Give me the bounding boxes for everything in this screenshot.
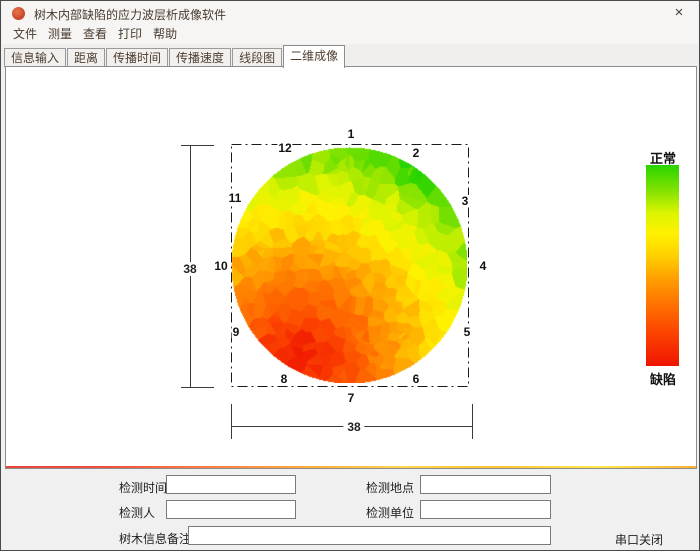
tomography-view: 38 38 123456789101112 正常 缺陷 [6,67,696,468]
tab-info-input[interactable]: 信息输入 [4,48,66,67]
menu-item-measure[interactable]: 测量 [44,25,76,44]
legend-gradient-bar [646,165,679,366]
tab-distance[interactable]: 距离 [67,48,105,67]
detect-time-label: 检测时间 [119,479,167,496]
sensor-label-7: 7 [347,392,356,404]
tomography-heatmap [231,147,467,383]
tab-line-segment[interactable]: 线段图 [232,48,282,67]
detect-person-input[interactable] [166,500,296,519]
window-title: 树木内部缺陷的应力波层析成像软件 [34,6,226,23]
app-icon [12,7,25,20]
serial-port-status: 串口关闭 [615,531,663,548]
detect-person-label: 检测人 [119,504,155,521]
tree-notes-label: 树木信息备注 [119,530,191,547]
sensor-label-12: 12 [277,142,292,154]
tab-strip: 信息输入距离传播时间传播速度线段图二维成像 [2,44,698,67]
sensor-label-6: 6 [412,373,421,385]
menu-bar: 文件测量查看打印帮助 [2,25,698,44]
image-panel: 38 38 123456789101112 正常 缺陷 [5,66,697,469]
width-dimension-value: 38 [343,420,364,434]
close-icon[interactable]: × [668,3,690,23]
tree-notes-input[interactable] [188,526,551,545]
menu-item-view[interactable]: 查看 [79,25,111,44]
detection-info-form: 检测时间 检测地点 检测人 检测单位 树木信息备注 串口关闭 [2,469,698,549]
menu-item-help[interactable]: 帮助 [149,25,181,44]
menu-item-file[interactable]: 文件 [9,25,41,44]
title-bar: 树木内部缺陷的应力波层析成像软件 × [2,1,698,25]
detect-place-input[interactable] [420,475,551,494]
sensor-label-10: 10 [213,260,228,272]
sensor-label-8: 8 [280,373,289,385]
sensor-label-9: 9 [232,326,241,338]
sensor-label-1: 1 [347,128,356,140]
tab-propagation-time[interactable]: 传播时间 [106,48,168,67]
tab-propagation-speed[interactable]: 传播速度 [169,48,231,67]
menu-item-print[interactable]: 打印 [114,25,146,44]
sensor-label-3: 3 [461,195,470,207]
sensor-label-5: 5 [463,326,472,338]
detect-unit-label: 检测单位 [366,504,414,521]
sensor-label-11: 11 [228,192,243,204]
height-dimension-value: 38 [179,262,200,276]
detect-time-input[interactable] [166,475,296,494]
detect-place-label: 检测地点 [366,479,414,496]
detect-unit-input[interactable] [420,500,551,519]
app-window: 树木内部缺陷的应力波层析成像软件 × 文件测量查看打印帮助 信息输入距离传播时间… [0,0,700,551]
sensor-label-2: 2 [412,147,421,159]
legend-defect-label: 缺陷 [650,369,676,388]
sensor-label-4: 4 [479,260,488,272]
tab-imaging-2d[interactable]: 二维成像 [283,45,345,68]
color-scale-strip [6,466,696,468]
